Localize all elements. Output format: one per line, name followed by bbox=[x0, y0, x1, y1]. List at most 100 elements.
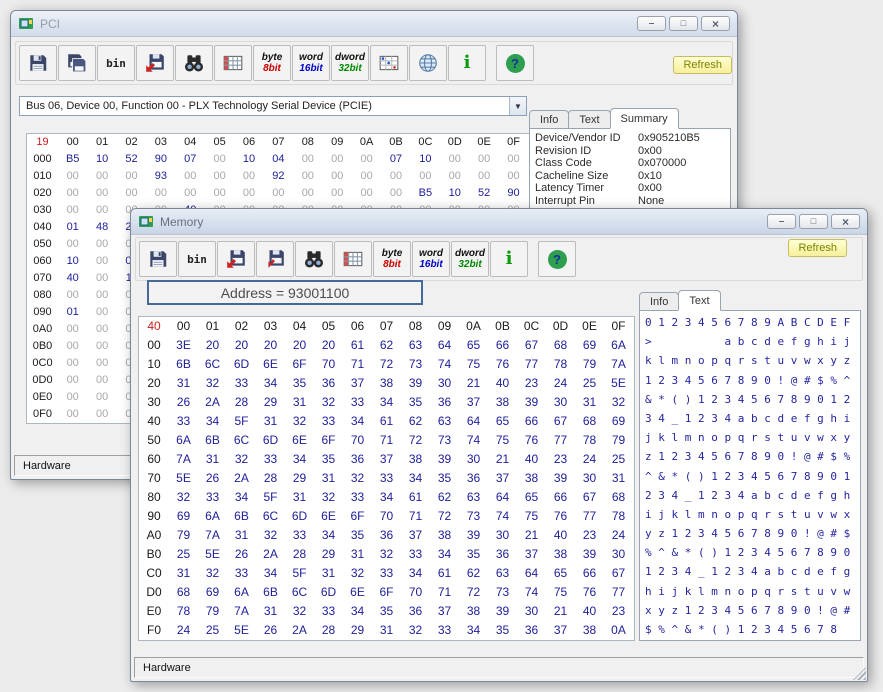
hex-cell[interactable]: 10 bbox=[58, 253, 87, 270]
hex-cell[interactable]: 00 bbox=[440, 168, 469, 185]
hex-cell[interactable]: 07 bbox=[381, 151, 410, 168]
hex-cell[interactable]: 00 bbox=[293, 151, 322, 168]
hex-cell[interactable]: 6B bbox=[256, 583, 285, 602]
hex-cell[interactable]: 68 bbox=[604, 488, 633, 507]
hex-cell[interactable]: 78 bbox=[575, 431, 604, 450]
hex-cell[interactable]: 31 bbox=[343, 545, 372, 564]
hex-cell[interactable]: 6F bbox=[343, 507, 372, 526]
hex-cell[interactable]: 6F bbox=[314, 431, 343, 450]
hex-cell[interactable]: 36 bbox=[517, 621, 546, 640]
hex-cell[interactable]: 38 bbox=[546, 545, 575, 564]
hex-cell[interactable]: 10 bbox=[440, 185, 469, 202]
hex-cell[interactable]: 00 bbox=[352, 168, 381, 185]
hex-cell[interactable]: 5E bbox=[198, 545, 227, 564]
hex-cell[interactable]: 00 bbox=[58, 406, 87, 423]
write-file-button[interactable] bbox=[217, 241, 255, 277]
hex-cell[interactable]: 37 bbox=[517, 545, 546, 564]
hex-cell[interactable]: 32 bbox=[343, 564, 372, 583]
hex-cell[interactable]: 65 bbox=[459, 336, 488, 355]
hex-cell[interactable]: 2A bbox=[285, 621, 314, 640]
hex-cell[interactable]: 6D bbox=[227, 355, 256, 374]
hex-cell[interactable]: 23 bbox=[517, 374, 546, 393]
hex-cell[interactable]: 92 bbox=[264, 168, 293, 185]
hex-cell[interactable]: 00 bbox=[58, 236, 87, 253]
hex-cell[interactable]: 93 bbox=[146, 168, 175, 185]
hex-cell[interactable]: 25 bbox=[604, 450, 633, 469]
hex-cell[interactable]: 39 bbox=[430, 450, 459, 469]
hex-cell[interactable]: 6D bbox=[285, 507, 314, 526]
hex-cell[interactable]: 63 bbox=[488, 564, 517, 583]
hex-cell[interactable]: 00 bbox=[352, 185, 381, 202]
hex-cell[interactable]: 79 bbox=[575, 355, 604, 374]
hex-cell[interactable]: 00 bbox=[234, 185, 263, 202]
info-button[interactable] bbox=[490, 241, 528, 277]
hex-cell[interactable]: 67 bbox=[517, 336, 546, 355]
save-all-button[interactable] bbox=[58, 45, 96, 81]
hex-cell[interactable]: B5 bbox=[58, 151, 87, 168]
hex-cell[interactable]: 70 bbox=[372, 507, 401, 526]
hex-cell[interactable]: 74 bbox=[459, 431, 488, 450]
hex-cell[interactable]: 34 bbox=[198, 412, 227, 431]
hex-cell[interactable]: 24 bbox=[575, 450, 604, 469]
hex-cell[interactable]: 34 bbox=[343, 602, 372, 621]
hex-cell[interactable]: 00 bbox=[87, 338, 116, 355]
hex-cell[interactable]: 6E bbox=[285, 431, 314, 450]
hex-cell[interactable]: 38 bbox=[430, 526, 459, 545]
hex-cell[interactable]: 32 bbox=[285, 602, 314, 621]
hex-cell[interactable]: 30 bbox=[517, 602, 546, 621]
hex-cell[interactable]: 31 bbox=[198, 450, 227, 469]
close-button[interactable] bbox=[831, 214, 860, 229]
hex-cell[interactable]: 31 bbox=[227, 526, 256, 545]
hex-cell[interactable]: 7A bbox=[198, 526, 227, 545]
hex-cell[interactable]: 00 bbox=[87, 355, 116, 372]
hex-cell[interactable]: 33 bbox=[169, 412, 198, 431]
hex-cell[interactable]: 37 bbox=[488, 469, 517, 488]
hex-cell[interactable]: 00 bbox=[58, 338, 87, 355]
hex-cell[interactable]: 26 bbox=[256, 621, 285, 640]
hex-cell[interactable]: 66 bbox=[575, 564, 604, 583]
fill-table-button[interactable] bbox=[370, 45, 408, 81]
hex-cell[interactable]: 37 bbox=[546, 621, 575, 640]
hex-cell[interactable]: 00 bbox=[440, 151, 469, 168]
hex-cell[interactable]: 10 bbox=[234, 151, 263, 168]
hex-cell[interactable]: 00 bbox=[323, 185, 352, 202]
hex-cell[interactable]: 00 bbox=[87, 253, 116, 270]
table-view-button[interactable] bbox=[334, 241, 372, 277]
hex-cell[interactable]: 00 bbox=[411, 168, 440, 185]
minimize-button[interactable] bbox=[767, 214, 796, 229]
hex-cell[interactable]: 34 bbox=[401, 564, 430, 583]
hex-cell[interactable]: 76 bbox=[575, 583, 604, 602]
hex-cell[interactable]: 7A bbox=[604, 355, 633, 374]
hex-cell[interactable]: 00 bbox=[381, 168, 410, 185]
hex-cell[interactable]: 76 bbox=[517, 431, 546, 450]
open-file-button[interactable] bbox=[136, 45, 174, 81]
hex-cell[interactable]: 65 bbox=[546, 564, 575, 583]
hex-cell[interactable]: 6C bbox=[285, 583, 314, 602]
close-button[interactable] bbox=[701, 16, 730, 31]
hex-cell[interactable]: 34 bbox=[430, 545, 459, 564]
hex-cell[interactable]: 5F bbox=[227, 412, 256, 431]
tab-summary[interactable]: Summary bbox=[610, 108, 679, 129]
hex-cell[interactable]: 32 bbox=[314, 488, 343, 507]
hex-cell[interactable]: 24 bbox=[546, 374, 575, 393]
hex-cell[interactable]: 36 bbox=[459, 469, 488, 488]
bin-view-button[interactable]: bin bbox=[97, 45, 135, 81]
hex-cell[interactable]: 36 bbox=[314, 374, 343, 393]
hex-cell[interactable]: 5E bbox=[604, 374, 633, 393]
hex-cell[interactable]: 0A bbox=[604, 621, 633, 640]
hex-cell[interactable]: 32 bbox=[285, 412, 314, 431]
hex-cell[interactable]: 74 bbox=[488, 507, 517, 526]
hex-cell[interactable]: 00 bbox=[323, 151, 352, 168]
hex-cell[interactable]: 35 bbox=[314, 450, 343, 469]
hex-cell[interactable]: 33 bbox=[372, 564, 401, 583]
hex-cell[interactable]: 78 bbox=[604, 507, 633, 526]
table-view-button[interactable] bbox=[214, 45, 252, 81]
hex-cell[interactable]: 34 bbox=[401, 469, 430, 488]
memory-titlebar[interactable]: Memory bbox=[131, 209, 867, 235]
hex-cell[interactable]: 32 bbox=[314, 393, 343, 412]
hex-cell[interactable]: 2A bbox=[227, 469, 256, 488]
hex-cell[interactable]: 5E bbox=[227, 621, 256, 640]
hex-cell[interactable]: 74 bbox=[517, 583, 546, 602]
hex-cell[interactable]: 68 bbox=[546, 336, 575, 355]
hex-cell[interactable]: 7A bbox=[169, 450, 198, 469]
